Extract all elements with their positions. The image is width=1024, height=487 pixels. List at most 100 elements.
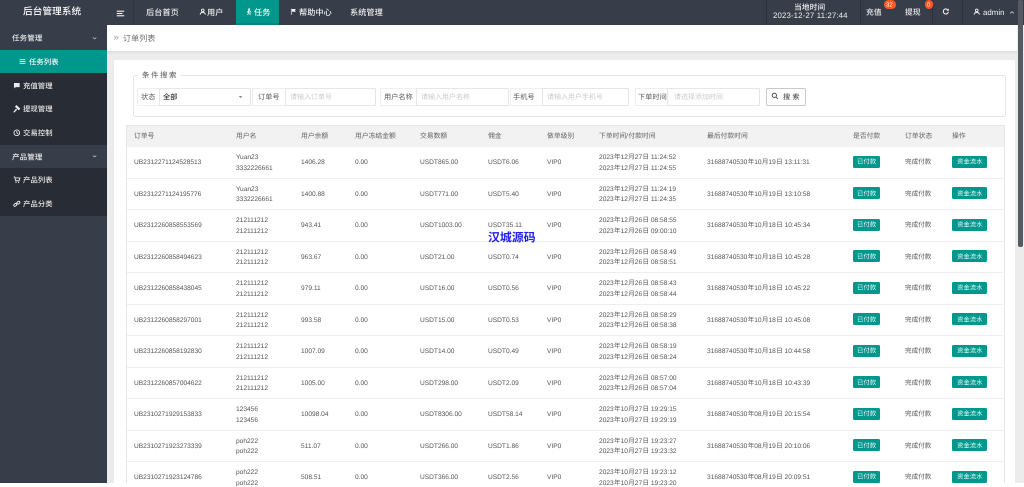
svg-text:08:57:00: 08:57:00 — [650, 374, 676, 381]
svg-text:12: 12 — [620, 165, 628, 172]
svg-text:31688740530: 31688740530 — [707, 191, 748, 198]
svg-text:27: 27 — [634, 448, 642, 455]
svg-text:212111212: 212111212 — [236, 343, 268, 350]
svg-text:27: 27 — [634, 406, 642, 413]
svg-text:10:45:28: 10:45:28 — [785, 254, 811, 261]
svg-text:08:57:04: 08:57:04 — [650, 385, 676, 392]
svg-text:12: 12 — [620, 228, 628, 235]
svg-text:26: 26 — [634, 291, 642, 298]
svg-text:27: 27 — [634, 469, 642, 476]
svg-text:2023: 2023 — [599, 469, 614, 476]
svg-text:USDT366.00: USDT366.00 — [420, 474, 458, 481]
svg-text:31688740530: 31688740530 — [707, 159, 748, 166]
svg-text:0: 0 — [927, 2, 931, 9]
svg-text:2023: 2023 — [599, 217, 614, 224]
svg-text:18: 18 — [769, 348, 777, 355]
svg-text:31688740530: 31688740530 — [707, 222, 748, 229]
svg-text:USDT1.86: USDT1.86 — [488, 443, 519, 450]
svg-text:poh222: poh222 — [236, 469, 258, 476]
svg-text:10098.04: 10098.04 — [301, 411, 329, 418]
svg-text:08:58:44: 08:58:44 — [650, 291, 676, 298]
svg-text:2023: 2023 — [599, 228, 614, 235]
svg-text:2023: 2023 — [599, 406, 614, 413]
svg-text:0.00: 0.00 — [355, 191, 368, 198]
svg-text:19: 19 — [769, 443, 777, 450]
svg-text:USDT15.00: USDT15.00 — [420, 317, 455, 324]
svg-text:0.00: 0.00 — [355, 317, 368, 324]
svg-text:2023: 2023 — [599, 165, 614, 172]
svg-text:USDT0.53: USDT0.53 — [488, 317, 519, 324]
svg-text:USDT865.00: USDT865.00 — [420, 159, 458, 166]
svg-text:2023: 2023 — [599, 259, 614, 266]
svg-text:09:00:10: 09:00:10 — [650, 228, 676, 235]
svg-text:19: 19 — [769, 191, 777, 198]
svg-text:31688740530: 31688740530 — [707, 348, 748, 355]
svg-text:UB2312260858192830: UB2312260858192830 — [134, 348, 202, 355]
svg-text:19:29:15: 19:29:15 — [650, 406, 676, 413]
svg-text:27: 27 — [634, 417, 642, 424]
svg-text:admin: admin — [983, 8, 1004, 17]
svg-text:11:24:55: 11:24:55 — [650, 165, 675, 172]
svg-text:31688740530: 31688740530 — [707, 443, 748, 450]
svg-text:11:24:19: 11:24:19 — [650, 185, 675, 192]
svg-text:2023: 2023 — [599, 311, 614, 318]
svg-text:2023: 2023 — [599, 354, 614, 361]
svg-text:08:58:43: 08:58:43 — [650, 280, 676, 287]
svg-text:USDT14.00: USDT14.00 — [420, 348, 455, 355]
svg-text:UB2312271124528513: UB2312271124528513 — [134, 159, 202, 166]
svg-text:212111212: 212111212 — [236, 228, 268, 235]
svg-text:1005.00: 1005.00 — [301, 380, 325, 387]
svg-text:USDT21.00: USDT21.00 — [420, 254, 455, 261]
svg-text:212111212: 212111212 — [236, 374, 268, 381]
svg-text:UB2312260858438045: UB2312260858438045 — [134, 285, 202, 292]
svg-text:12: 12 — [620, 385, 628, 392]
svg-text:2023: 2023 — [599, 448, 614, 455]
svg-text:UB2312260857004622: UB2312260857004622 — [134, 380, 202, 387]
svg-text:10: 10 — [755, 285, 763, 292]
svg-text:18: 18 — [769, 380, 777, 387]
svg-text:Yuan23: Yuan23 — [236, 185, 259, 192]
svg-text:212111212: 212111212 — [236, 248, 268, 255]
svg-text:27: 27 — [634, 185, 642, 192]
svg-text:VIP0: VIP0 — [547, 443, 562, 450]
svg-text:12: 12 — [620, 248, 628, 255]
svg-text:2023: 2023 — [599, 322, 614, 329]
svg-text:31688740530: 31688740530 — [707, 317, 748, 324]
svg-text:UB2310271923124786: UB2310271923124786 — [134, 474, 202, 481]
svg-text:212111212: 212111212 — [236, 259, 268, 266]
svg-text:08:58:29: 08:58:29 — [650, 311, 676, 318]
svg-text:UB2312271124195776: UB2312271124195776 — [134, 191, 202, 198]
svg-text:18: 18 — [769, 285, 777, 292]
svg-text:10:43:39: 10:43:39 — [785, 380, 811, 387]
svg-text:10: 10 — [620, 469, 628, 476]
svg-text:2023: 2023 — [599, 154, 614, 161]
svg-text:VIP0: VIP0 — [547, 222, 562, 229]
svg-text:212111212: 212111212 — [236, 280, 268, 287]
svg-text:26: 26 — [634, 228, 642, 235]
svg-text:12: 12 — [620, 217, 628, 224]
svg-text:26: 26 — [634, 343, 642, 350]
svg-text:Yuan23: Yuan23 — [236, 154, 259, 161]
svg-text:08:58:19: 08:58:19 — [650, 343, 676, 350]
svg-text:1007.09: 1007.09 — [301, 348, 325, 355]
svg-text:VIP0: VIP0 — [547, 159, 562, 166]
svg-text:27: 27 — [634, 437, 642, 444]
svg-text:19: 19 — [769, 474, 777, 481]
svg-text:poh222: poh222 — [236, 480, 258, 487]
svg-text:19: 19 — [769, 411, 777, 418]
svg-text:20:10:06: 20:10:06 — [785, 443, 811, 450]
svg-text:26: 26 — [634, 385, 642, 392]
svg-text:10: 10 — [620, 406, 628, 413]
svg-text:19:23:27: 19:23:27 — [650, 437, 676, 444]
svg-text:212111212: 212111212 — [236, 385, 268, 392]
svg-text:10: 10 — [755, 348, 763, 355]
svg-text:USDT2.09: USDT2.09 — [488, 380, 519, 387]
svg-text:08: 08 — [755, 411, 763, 418]
svg-text:19:23:32: 19:23:32 — [650, 448, 676, 455]
svg-text:12: 12 — [620, 343, 628, 350]
svg-text:12: 12 — [620, 354, 628, 361]
svg-text:2023: 2023 — [599, 417, 614, 424]
svg-text:10: 10 — [755, 191, 763, 198]
svg-text:32: 32 — [886, 2, 893, 9]
svg-text:USDT771.00: USDT771.00 — [420, 191, 458, 198]
